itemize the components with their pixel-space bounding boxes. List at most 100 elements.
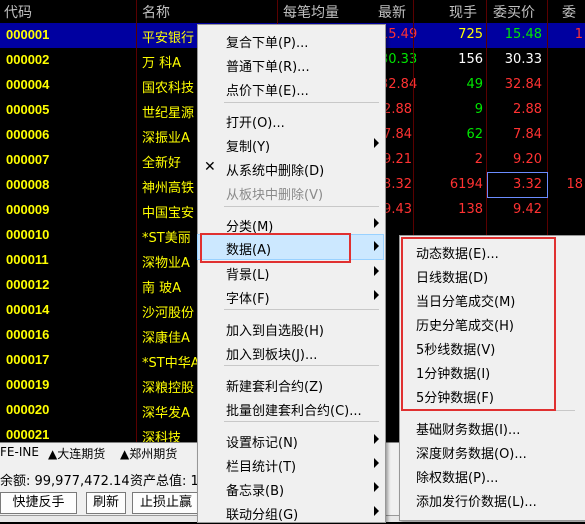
submenu-arrow-icon	[374, 290, 379, 300]
assets-text: 资产总值: 1	[130, 474, 199, 489]
cell-name: *ST中华A	[142, 356, 200, 371]
submenu-item-7[interactable]: 基础财务数据(I)...	[400, 415, 584, 439]
cell-bid: 32.84	[504, 77, 542, 92]
submenu-item-label: 基础财务数据(I)...	[416, 423, 521, 438]
cell-name: 中国宝安	[142, 206, 195, 221]
submenu-arrow-icon	[374, 241, 379, 251]
cell-name: 南 玻A	[142, 281, 182, 296]
menu-item-2[interactable]: 点价下单(E)...	[198, 76, 383, 100]
header-code[interactable]: 代码	[4, 2, 32, 22]
menu-item-17[interactable]: 备忘录(B)	[198, 476, 383, 500]
annotation-box-data	[200, 233, 351, 263]
cell-bid: 9.42	[513, 202, 542, 217]
tab-zhengzhou-futures[interactable]: ▲郑州期货	[120, 445, 177, 462]
tab-dalian-futures[interactable]: ▲大连期货	[48, 445, 105, 462]
cell-code: 000004	[6, 77, 50, 92]
cell-code: 000019	[6, 377, 50, 392]
cell-code: 000006	[6, 127, 50, 142]
submenu-arrow-icon	[374, 506, 379, 516]
submenu-arrow-icon	[374, 458, 379, 468]
menu-item-12[interactable]: 加入到板块(J)...	[198, 340, 383, 364]
menu-item-label: 点价下单(E)...	[226, 84, 309, 99]
cell-vol: 62	[466, 127, 483, 142]
menu-item-13[interactable]: 新建套利合约(Z)	[198, 372, 383, 396]
menu-item-4[interactable]: 复制(Y)	[198, 132, 383, 156]
cell-code: 000011	[6, 252, 49, 267]
menu-item-9[interactable]: 背景(L)	[198, 260, 383, 284]
cell-name: 深康佳A	[142, 331, 190, 346]
cell-extra: 1	[574, 27, 583, 42]
menu-item-11[interactable]: 加入到自选股(H)	[198, 316, 383, 340]
menu-item-label: 加入到板块(J)...	[226, 348, 318, 363]
menu-item-15[interactable]: 设置标记(N)	[198, 428, 383, 452]
cell-vol: 156	[458, 52, 483, 67]
annotation-box-submenu	[401, 237, 556, 411]
refresh-button[interactable]: 刷新	[86, 492, 126, 514]
menu-item-label: 背景(L)	[226, 268, 270, 283]
menu-item-0[interactable]: 复合下单(P)...	[198, 28, 383, 52]
cell-name: 深科技	[142, 431, 182, 442]
delete-x-icon: ✕	[204, 159, 216, 175]
menu-item-16[interactable]: 栏目统计(T)	[198, 452, 383, 476]
header-avg[interactable]: 每笔均量	[283, 2, 339, 22]
balance-text: 余额: 99,977,472.14	[0, 474, 130, 489]
submenu-arrow-icon	[374, 138, 379, 148]
header-bid[interactable]: 委买价	[493, 2, 535, 22]
cell-name: 深物业A	[142, 256, 190, 271]
submenu-item-8[interactable]: 深度财务数据(O)...	[400, 439, 584, 463]
header-name[interactable]: 名称	[142, 2, 170, 22]
menu-item-label: 字体(F)	[226, 292, 270, 307]
menu-item-label: 备忘录(B)	[226, 484, 285, 499]
cell-code: 000016	[6, 327, 50, 342]
cell-code: 000017	[6, 352, 50, 367]
cell-bid: 15.48	[504, 27, 542, 42]
cell-code: 000010	[6, 227, 50, 242]
menu-item-18[interactable]: 联动分组(G)	[198, 500, 383, 524]
submenu-item-9[interactable]: 除权数据(P)...	[400, 463, 584, 487]
quick-reverse-button[interactable]: 快捷反手	[0, 492, 77, 514]
menu-separator	[224, 102, 379, 103]
menu-item-5[interactable]: 从系统中删除(D) ✕	[198, 156, 383, 180]
menu-separator	[224, 206, 379, 207]
cell-code: 000009	[6, 202, 50, 217]
cell-code: 000007	[6, 152, 50, 167]
cell-vol: 138	[458, 202, 483, 217]
header-ask[interactable]: 委	[562, 2, 576, 22]
tab-zhengzhou-label: 郑州期货	[129, 447, 178, 461]
tab-fe-ine[interactable]: FE-INE	[0, 445, 39, 459]
menu-item-1[interactable]: 普通下单(R)...	[198, 52, 383, 76]
cell-name: 沙河股份	[142, 306, 195, 321]
menu-separator	[224, 309, 379, 310]
cell-code: 000014	[6, 302, 50, 317]
menu-item-10[interactable]: 字体(F)	[198, 284, 383, 308]
menu-item-label: 复合下单(P)...	[226, 36, 309, 51]
cell-code: 000021	[6, 427, 50, 442]
cell-vol: 9	[474, 102, 483, 117]
menu-item-label: 从板块中删除(V)	[226, 188, 324, 203]
submenu-item-10[interactable]: 添加发行价数据(L)...	[400, 487, 584, 511]
cell-vol: 2	[474, 152, 483, 167]
cell-bid: 2.88	[513, 102, 542, 117]
cell-bid: 7.84	[513, 127, 542, 142]
context-menu: 复合下单(P)... 普通下单(R)... 点价下单(E)... 打开(O)... 复制…	[197, 24, 386, 523]
cell-bid: 30.33	[504, 52, 542, 67]
menu-item-label: 栏目统计(T)	[226, 460, 297, 475]
menu-item-6: 从板块中删除(V)	[198, 180, 383, 204]
cell-extra: 18	[566, 177, 583, 192]
menu-item-14[interactable]: 批量创建套利合约(C)...	[198, 396, 383, 420]
menu-item-3[interactable]: 打开(O)...	[198, 108, 383, 132]
submenu-arrow-icon	[374, 434, 379, 444]
cell-vol: 725	[458, 27, 483, 42]
stop-loss-button[interactable]: 止损止赢	[132, 492, 200, 514]
header-last[interactable]: 最新	[378, 2, 406, 22]
header-vol[interactable]: 现手	[449, 2, 477, 22]
menu-item-label: 普通下单(R)...	[226, 60, 310, 75]
menu-item-label: 加入到自选股(H)	[226, 324, 324, 339]
cell-vol: 49	[466, 77, 483, 92]
focus-cell	[487, 172, 548, 198]
cell-name: *ST美丽	[142, 231, 191, 246]
cell-name: 深华发A	[142, 406, 190, 421]
cell-name: 深振业A	[142, 131, 190, 146]
menu-item-label: 批量创建套利合约(C)...	[226, 404, 362, 419]
submenu-item-label: 添加发行价数据(L)...	[416, 495, 537, 510]
